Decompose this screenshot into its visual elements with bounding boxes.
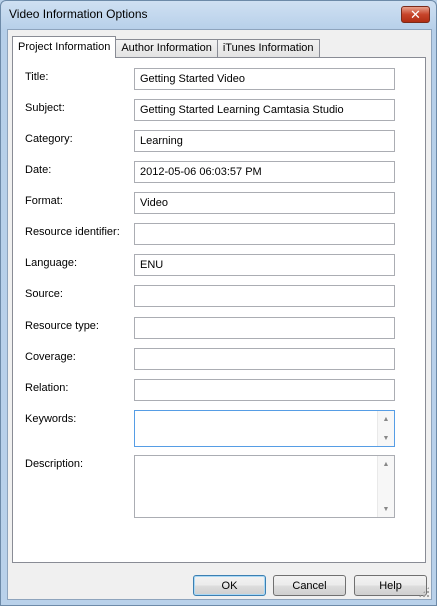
resource-identifier-label: Resource identifier: bbox=[25, 226, 120, 238]
coverage-field[interactable] bbox=[134, 348, 395, 370]
close-icon: ✕ bbox=[410, 7, 421, 22]
relation-label: Relation: bbox=[25, 382, 69, 394]
project-information-panel: Title: Getting Started Video Subject: Ge… bbox=[12, 57, 426, 563]
keywords-label: Keywords: bbox=[25, 413, 77, 425]
format-label: Format: bbox=[25, 195, 63, 207]
description-textarea[interactable]: ▲ ▼ bbox=[134, 455, 395, 518]
ok-button[interactable]: OK bbox=[193, 575, 266, 596]
coverage-label: Coverage: bbox=[25, 351, 76, 363]
subject-field[interactable]: Getting Started Learning Camtasia Studio bbox=[134, 99, 395, 121]
language-field[interactable]: ENU bbox=[134, 254, 395, 276]
resource-type-field[interactable] bbox=[134, 317, 395, 339]
language-label: Language: bbox=[25, 257, 77, 269]
scroll-up-icon[interactable]: ▲ bbox=[378, 411, 394, 427]
subject-label: Subject: bbox=[25, 102, 65, 114]
scroll-down-icon[interactable]: ▼ bbox=[378, 430, 394, 446]
title-label: Title: bbox=[25, 71, 49, 83]
source-label: Source: bbox=[25, 288, 63, 300]
category-field[interactable]: Learning bbox=[134, 130, 395, 152]
title-bar[interactable]: Video Information Options ✕ bbox=[1, 1, 436, 29]
scroll-up-icon[interactable]: ▲ bbox=[378, 456, 394, 472]
scroll-down-icon[interactable]: ▼ bbox=[378, 501, 394, 517]
cancel-button[interactable]: Cancel bbox=[273, 575, 346, 596]
keywords-textarea[interactable]: ▲ ▼ bbox=[134, 410, 395, 447]
date-label: Date: bbox=[25, 164, 52, 176]
keywords-scrollbar[interactable]: ▲ ▼ bbox=[377, 411, 394, 446]
description-label: Description: bbox=[25, 458, 84, 470]
resource-type-label: Resource type: bbox=[25, 320, 99, 332]
window-title: Video Information Options bbox=[9, 7, 148, 21]
source-field[interactable] bbox=[134, 285, 395, 307]
dialog-client-area: Project Information Author Information i… bbox=[7, 29, 432, 600]
date-field[interactable]: 2012-05-06 06:03:57 PM bbox=[134, 161, 395, 183]
close-button[interactable]: ✕ bbox=[401, 6, 430, 23]
help-button[interactable]: Help bbox=[354, 575, 427, 596]
tab-author-information[interactable]: Author Information bbox=[115, 39, 218, 57]
relation-field[interactable] bbox=[134, 379, 395, 401]
category-label: Category: bbox=[25, 133, 73, 145]
dialog-window: Video Information Options ✕ Project Info… bbox=[0, 0, 437, 606]
tab-itunes-information[interactable]: iTunes Information bbox=[216, 39, 320, 57]
format-field[interactable]: Video bbox=[134, 192, 395, 214]
title-field[interactable]: Getting Started Video bbox=[134, 68, 395, 90]
resource-identifier-field[interactable] bbox=[134, 223, 395, 245]
description-scrollbar[interactable]: ▲ ▼ bbox=[377, 456, 394, 517]
tab-strip: Project Information Author Information i… bbox=[12, 36, 320, 58]
tab-project-information[interactable]: Project Information bbox=[12, 36, 117, 58]
